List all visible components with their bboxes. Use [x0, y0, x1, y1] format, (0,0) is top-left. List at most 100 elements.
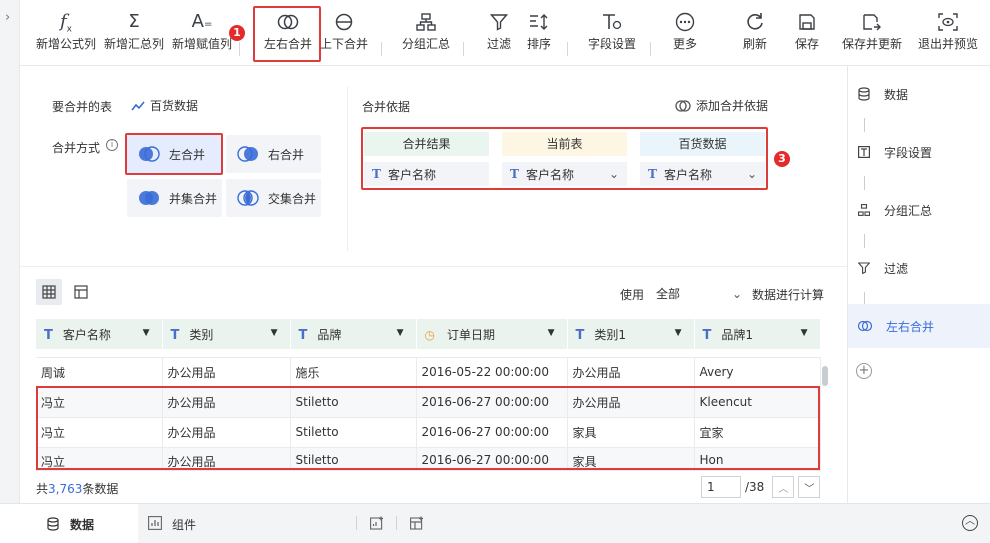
table-cell[interactable]: 家具 — [567, 447, 695, 471]
toolbar-divider — [239, 42, 240, 56]
scrollbar-thumb[interactable] — [822, 366, 828, 386]
union-join-option[interactable]: 并集合并 — [127, 179, 222, 217]
merge-table-name: 百货数据 — [150, 99, 199, 113]
merge-config-panel: 要合并的表 百货数据 合并方式 i 左合并 2 右合并 并集合并 交集合并 合并… — [20, 66, 847, 267]
table-cell[interactable]: Stiletto — [290, 447, 417, 471]
table-cell[interactable]: 宜家 — [694, 417, 821, 448]
exit-and-preview-button[interactable]: 退出并预览 — [914, 8, 982, 62]
add-assign-column-button[interactable]: A= 新增赋值列 — [170, 8, 234, 62]
table-cell[interactable]: 冯立 — [36, 387, 163, 418]
table-cell[interactable]: 冯立 — [36, 447, 163, 471]
toolbar-divider — [463, 42, 464, 56]
page-input[interactable]: 1 — [701, 476, 741, 498]
more-button[interactable]: 更多 — [665, 8, 705, 62]
intersect-join-option[interactable]: 交集合并 — [226, 179, 321, 217]
refresh-button[interactable]: 刷新 — [735, 8, 775, 62]
table-cell[interactable]: 2016-05-22 00:00:00 — [416, 357, 568, 388]
chevron-right-icon[interactable]: › — [5, 10, 10, 25]
table-cell[interactable]: 办公用品 — [567, 387, 695, 418]
add-merge-basis-button[interactable]: 添加合并依据 — [675, 97, 768, 114]
add-dashboard-icon[interactable] — [408, 514, 426, 532]
column-header[interactable]: T 品牌1 ▼ — [694, 319, 821, 349]
grid-scrollbar[interactable] — [821, 350, 829, 465]
caret-down-icon[interactable]: ▼ — [271, 328, 278, 338]
prev-page-button[interactable]: ︿ — [772, 476, 795, 498]
use-label: 使用 — [620, 287, 645, 302]
table-row[interactable]: 周诚 办公用品 施乐 2016-05-22 00:00:00 办公用品 Aver… — [36, 357, 821, 388]
table-row[interactable]: 冯立 办公用品 Stiletto 2016-06-27 00:00:00 家具 … — [36, 417, 821, 448]
next-page-button[interactable]: ﹀ — [798, 476, 821, 498]
table-cell[interactable]: 周诚 — [36, 357, 163, 388]
caret-down-icon[interactable]: ▼ — [548, 328, 555, 338]
collapse-up-icon[interactable]: ︿ — [962, 515, 978, 531]
step-data[interactable]: 数据 — [848, 72, 990, 116]
top-bottom-merge-button[interactable]: 上下合并 — [314, 8, 374, 62]
table-cell[interactable]: 办公用品 — [162, 357, 291, 388]
table-cell[interactable]: 办公用品 — [162, 387, 291, 418]
save-and-update-button[interactable]: 保存并更新 — [840, 8, 904, 62]
table-cell[interactable]: 办公用品 — [162, 447, 291, 471]
table-cell[interactable]: 2016-06-27 00:00:00 — [416, 417, 568, 448]
table-row[interactable]: 冯立 办公用品 Stiletto 2016-06-27 00:00:00 办公用… — [36, 387, 821, 418]
config-divider — [347, 86, 348, 251]
add-step-button[interactable]: + — [856, 363, 872, 379]
data-grid: T 客户名称 ▼ T 类别 ▼ T 品牌 ▼ ◷ 订单日期 ▼ T 类别1 ▼ T 品牌1 ▼ 周诚 办… — [36, 319, 821, 471]
column-header[interactable]: T 类别 ▼ — [162, 319, 291, 349]
add-summary-column-button[interactable]: Σ 新增汇总列 — [102, 8, 166, 62]
column-header-label: 订单日期 — [446, 327, 495, 342]
table-cell[interactable]: 家具 — [567, 417, 695, 448]
table-cell[interactable]: Hon — [694, 447, 821, 471]
database-icon — [858, 87, 870, 101]
chevron-up-icon: ︿ — [778, 483, 789, 495]
caret-down-icon[interactable]: ▼ — [675, 328, 682, 338]
tab-components[interactable]: 组件 — [138, 504, 196, 543]
text-type-icon: T — [575, 327, 585, 343]
table-cell[interactable]: Avery — [694, 357, 821, 388]
step-group-summary[interactable]: 分组汇总 — [848, 188, 990, 232]
save-button[interactable]: 保存 — [787, 8, 827, 62]
field-settings-button[interactable]: 字段设置 — [582, 8, 642, 62]
caret-down-icon[interactable]: ▼ — [143, 328, 150, 338]
column-header[interactable]: ◷ 订单日期 ▼ — [416, 319, 568, 349]
right-join-option[interactable]: 右合并 — [226, 135, 321, 173]
add-formula-column-button[interactable]: fx 新增公式列 — [34, 8, 98, 62]
group-summary-button[interactable]: 分组汇总 — [396, 8, 456, 62]
table-cell[interactable]: 施乐 — [290, 357, 417, 388]
table-cell[interactable]: 办公用品 — [567, 357, 695, 388]
table-cell[interactable]: 2016-06-27 00:00:00 — [416, 447, 568, 471]
caret-down-icon[interactable]: ▼ — [801, 328, 808, 338]
sort-icon — [519, 8, 559, 36]
add-chart-icon[interactable] — [368, 514, 386, 532]
group-summary-icon — [396, 8, 456, 36]
caret-down-icon[interactable]: ▼ — [397, 328, 404, 338]
column-header[interactable]: T 客户名称 ▼ — [36, 319, 163, 349]
field-settings-icon — [582, 8, 642, 36]
info-icon[interactable]: i — [106, 139, 118, 151]
text-type-icon: T — [702, 327, 712, 343]
column-header-label: 客户名称 — [62, 327, 111, 342]
toolbar-divider — [650, 42, 651, 56]
table-cell[interactable]: 冯立 — [36, 417, 163, 448]
tab-data[interactable]: 数据 — [0, 504, 138, 543]
table-cell[interactable]: Stiletto — [290, 417, 417, 448]
merge-table-selector[interactable]: 百货数据 — [131, 97, 198, 114]
filter-button[interactable]: 过滤 — [479, 8, 519, 62]
step-left-right-merge[interactable]: 左右合并 — [848, 304, 990, 348]
sort-button[interactable]: 排序 — [519, 8, 559, 62]
left-collapse-gutter[interactable]: › — [0, 0, 20, 543]
table-cell[interactable]: 办公用品 — [162, 417, 291, 448]
step-field-settings[interactable]: 字段设置 — [848, 130, 990, 174]
calc-scope-select[interactable]: 全部 ⌄ — [650, 284, 746, 304]
table-cell[interactable]: Stiletto — [290, 387, 417, 418]
text-type-icon: T — [44, 327, 53, 343]
grid-view-button[interactable] — [36, 279, 62, 305]
table-row[interactable]: 冯立 办公用品 Stiletto 2016-06-27 00:00:00 家具 … — [36, 447, 821, 471]
intersect-join-label: 交集合并 — [268, 191, 317, 206]
step-filter[interactable]: 过滤 — [848, 246, 990, 290]
table-cell[interactable]: 2016-06-27 00:00:00 — [416, 387, 568, 418]
table-cell[interactable]: Kleencut — [694, 387, 821, 418]
column-header[interactable]: T 品牌 ▼ — [290, 319, 417, 349]
exit-preview-icon — [914, 8, 982, 36]
column-header[interactable]: T 类别1 ▼ — [567, 319, 695, 349]
layout-view-button[interactable] — [68, 279, 94, 305]
